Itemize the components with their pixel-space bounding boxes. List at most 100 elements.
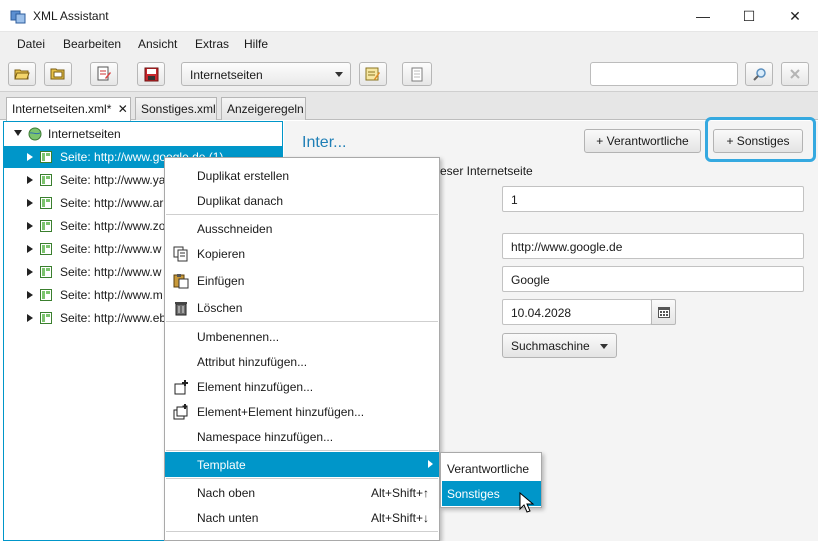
toolbar: Internetseiten [0,56,818,92]
url-field[interactable]: http://www.google.de [502,233,804,259]
shortcut-label: Alt+Shift+↓ [370,511,429,525]
expand-arrow-icon[interactable] [27,222,33,230]
menu-ansicht[interactable]: Ansicht [138,37,177,51]
detail-title: Inter... [302,134,347,151]
menu-umbenennen[interactable]: Umbenennen... [165,324,439,349]
page-node-icon [40,289,52,301]
tree-item-label: Seite: http://www.w [60,242,162,256]
clear-icon [790,69,800,79]
expand-arrow-icon[interactable] [27,199,33,207]
title-bar: XML Assistant — ☐ ✕ [0,0,818,32]
shortcut-label: Alt+Shift+↑ [370,486,429,500]
trash-icon [175,302,187,316]
open-folder-icon [14,69,30,80]
date-picker-button[interactable] [651,299,676,325]
expand-arrow-icon[interactable] [27,268,33,276]
tree-item-label: Seite: http://www.ar [60,196,164,210]
search-input[interactable] [590,62,738,86]
page-node-icon [40,312,52,324]
close-tab-icon[interactable]: ✕ [118,102,128,116]
number-field[interactable]: 1 [502,186,804,212]
menu-loeschen[interactable]: Löschen [165,295,439,320]
page-node-icon [40,266,52,278]
expand-arrow-icon[interactable] [27,291,33,299]
save-icon [144,67,158,81]
context-menu: Duplikat erstellen Duplikat danach Aussc… [164,157,440,541]
save-button[interactable] [137,62,165,86]
edit-document-icon [97,66,111,81]
menu-template[interactable]: Template [165,452,439,477]
menu-separator [166,531,438,532]
tree-item-label: Seite: http://www.ya [60,173,166,187]
open-folder-button[interactable] [44,62,72,86]
mouse-cursor-icon [519,492,535,513]
document-view-button[interactable] [402,62,432,86]
tree-root-label: Internetseiten [48,127,121,141]
menu-nach-unten[interactable]: Nach unten Alt+Shift+↓ [165,505,439,530]
menu-einfuegen[interactable]: Einfügen [165,268,439,293]
menu-bar: Datei Bearbeiten Ansicht Extras Hilfe [0,32,818,56]
menu-hilfe[interactable]: Hilfe [244,37,268,51]
calendar-icon [657,306,670,318]
expand-arrow-icon[interactable] [27,153,33,161]
page-node-icon [40,243,52,255]
edit-document-button[interactable] [90,62,118,86]
clear-search-button[interactable] [781,62,809,86]
tab-anzeigeregeln[interactable]: Anzeigeregeln [221,97,306,120]
expand-arrow-icon[interactable] [27,314,33,322]
paste-icon [173,274,189,289]
tree-item-label: Seite: http://www.w [60,265,162,279]
menu-duplikat-danach[interactable]: Duplikat danach [165,188,439,213]
page-node-icon [40,174,52,186]
category-value: Suchmaschine [511,339,590,353]
open-file-button[interactable] [8,62,36,86]
tab-sonstiges[interactable]: Sonstiges.xml [135,97,217,120]
menu-kopieren[interactable]: Kopieren [165,241,439,266]
expand-arrow-icon[interactable] [14,130,22,136]
maximize-icon: ☐ [742,7,756,24]
close-window-button[interactable]: ✕ [772,0,818,32]
submenu-verantwortliche[interactable]: Verantwortliche [442,456,541,481]
add-sonstiges-button[interactable]: + Sonstiges [713,129,803,153]
menu-duplikat-erstellen[interactable]: Duplikat erstellen [165,163,439,188]
name-field[interactable]: Google [502,266,804,292]
document-type-value: Internetseiten [190,68,263,82]
globe-icon [28,127,42,141]
expand-arrow-icon[interactable] [27,176,33,184]
menu-bearbeiten[interactable]: Bearbeiten [63,37,121,51]
tab-label: Internetseiten.xml* [12,102,112,116]
document-tab-bar: Internetseiten.xml* ✕ Sonstiges.xml Anze… [0,92,818,121]
page-node-icon [40,220,52,232]
menu-element-hinzufuegen[interactable]: Element hinzufügen... [165,374,439,399]
document-type-select[interactable]: Internetseiten [181,62,351,86]
minimize-icon: — [696,8,710,24]
menu-separator [166,450,438,451]
app-icon [10,10,26,24]
menu-attribut-hinzufuegen[interactable]: Attribut hinzufügen... [165,349,439,374]
tree-item-label: Seite: http://www.eb [60,311,167,325]
menu-ausschneiden[interactable]: Ausschneiden [165,216,439,241]
tree-root[interactable]: Internetseiten [4,123,282,145]
menu-element-element-hinzufuegen[interactable]: Element+Element hinzufügen... [165,399,439,424]
edit-rules-button[interactable] [359,62,387,86]
date-field[interactable]: 10.04.2028 [502,299,652,325]
tab-internetseiten[interactable]: Internetseiten.xml* ✕ [6,97,131,121]
menu-extras[interactable]: Extras [195,37,229,51]
tree-item-label: Seite: http://www.zo [60,219,166,233]
menu-namespace-hinzufuegen[interactable]: Namespace hinzufügen... [165,424,439,449]
search-icon [752,67,766,81]
menu-nach-oben[interactable]: Nach oben Alt+Shift+↑ [165,480,439,505]
tree-item-label: Seite: http://www.m [60,288,163,302]
close-icon: ✕ [789,7,801,24]
add-element-icon [174,380,188,395]
add-verantwortliche-button[interactable]: + Verantwortliche [584,129,701,153]
notepad-edit-icon [365,67,380,81]
category-select[interactable]: Suchmaschine [502,333,617,358]
copy-icon [173,246,188,262]
expand-arrow-icon[interactable] [27,245,33,253]
menu-item-cut-off[interactable] [165,533,439,540]
menu-datei[interactable]: Datei [17,37,45,51]
maximize-button[interactable]: ☐ [726,0,772,32]
minimize-button[interactable]: — [680,0,726,32]
search-button[interactable] [745,62,773,86]
